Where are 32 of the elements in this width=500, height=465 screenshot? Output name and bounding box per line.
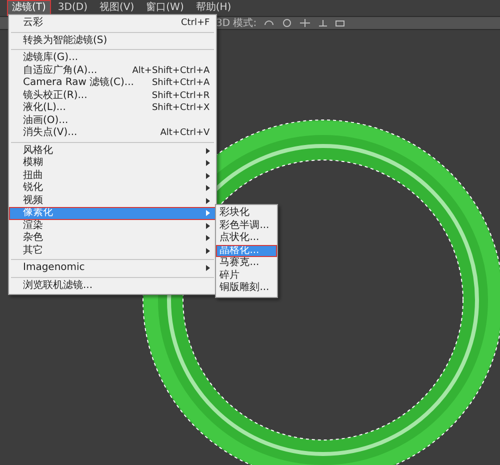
menu-item[interactable]: 其它 [9, 244, 216, 257]
menu-item[interactable]: 浏览联机滤镜... [9, 280, 216, 292]
menu-item[interactable]: 马赛克... [216, 257, 278, 270]
menu-item[interactable]: 渲染 [9, 220, 216, 232]
menu-item[interactable]: 锐化 [9, 182, 216, 194]
menu-item[interactable]: Camera Raw 滤镜(C)... Shift+Ctrl+A [9, 77, 216, 90]
menu-item[interactable]: 点状化... [216, 232, 278, 244]
menu-title[interactable]: 窗口(W) [142, 1, 188, 15]
menu-item[interactable]: 扭曲 [9, 170, 216, 182]
mode-label: 3D 模式: [216, 16, 257, 30]
menu-item[interactable]: 镜头校正(R)... Shift+Ctrl+R [9, 90, 216, 102]
menu-item[interactable]: 液化(L)... Shift+Ctrl+X [9, 102, 216, 114]
submenu-arrow-icon [206, 265, 210, 272]
menu-item[interactable]: 彩色半调... [216, 220, 278, 232]
menu-item[interactable]: 滤镜库(G)... [9, 52, 216, 64]
menu-item[interactable]: 自适应广角(A)... Alt+Shift+Ctrl+A [9, 64, 216, 77]
menu-title[interactable]: 视图(V) [96, 1, 138, 15]
menu-item[interactable]: 彩块化 [216, 207, 278, 220]
menu-item[interactable]: 转换为智能滤镜(S) [9, 34, 216, 47]
menu-item[interactable]: 杂色 [9, 232, 216, 244]
menu-item[interactable]: 视频 [9, 194, 216, 207]
menu-item[interactable]: 云彩 Ctrl+F [9, 17, 216, 30]
menu-item[interactable]: 模糊 [9, 157, 216, 170]
menu-title[interactable]: 帮助(H) [192, 1, 236, 15]
menu-item[interactable]: 消失点(V)... Alt+Ctrl+V [9, 127, 216, 140]
menu-item[interactable]: 铜版雕刻... [216, 282, 278, 294]
menu-item[interactable]: 油画(O)... [9, 114, 216, 127]
menu-title[interactable]: 滤镜(T) [8, 1, 50, 15]
menu-title[interactable]: 3D(D) [54, 1, 92, 15]
menu-item[interactable]: 碎片 [216, 270, 278, 282]
menu-item[interactable]: Imagenomic [9, 262, 216, 274]
menu-item[interactable]: 风格化 [9, 144, 216, 157]
